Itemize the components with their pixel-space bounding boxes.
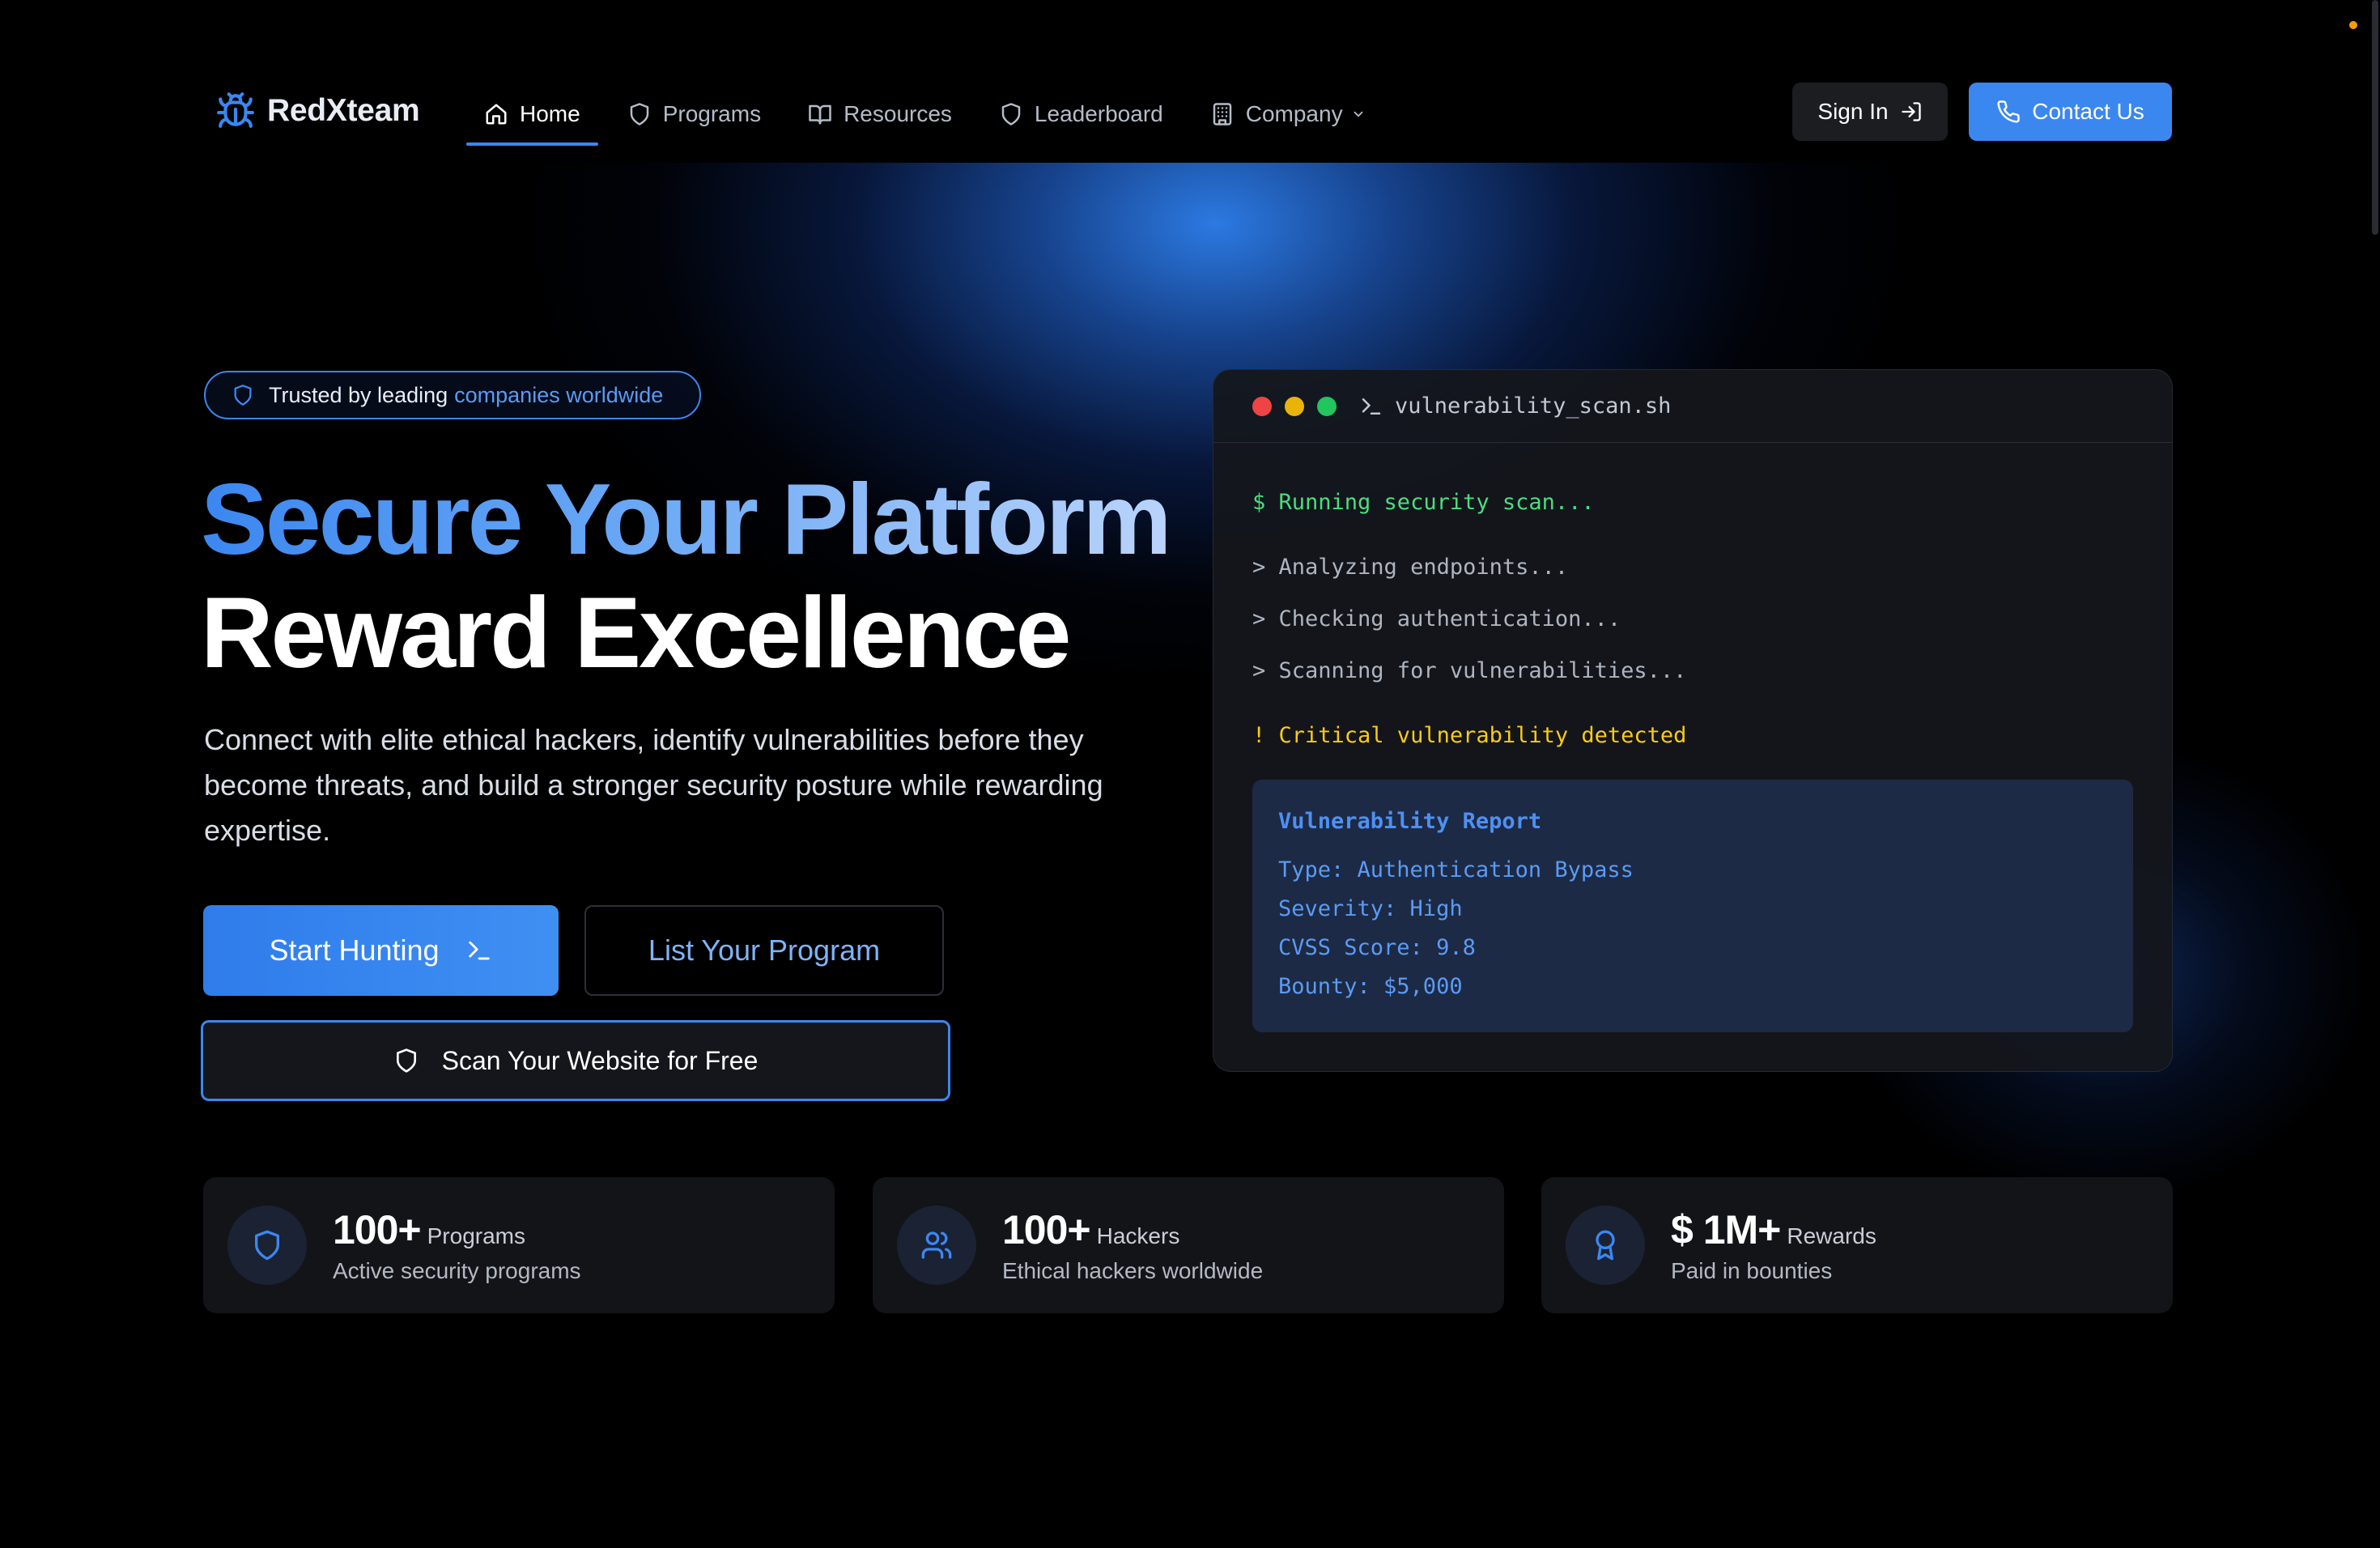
terminal-window: vulnerability_scan.sh $ Running security…	[1213, 369, 2173, 1072]
close-dot	[1252, 396, 1272, 416]
stat-icon-wrap	[897, 1206, 976, 1285]
report-cvss: CVSS Score: 9.8	[1278, 935, 1476, 960]
home-icon	[486, 104, 507, 125]
stat-card-programs: 100+ Programs Active security programs	[203, 1177, 835, 1313]
brand-logo[interactable]: RedXteam	[215, 91, 420, 131]
stat-text: 100+ Programs Active security programs	[333, 1206, 581, 1284]
hero-title-line1: Secure Your Platform	[201, 464, 1171, 576]
contact-us-label: Contact Us	[2032, 99, 2144, 124]
nav-item-label: Home	[520, 101, 580, 126]
nav-item-home[interactable]: Home	[466, 89, 598, 146]
shield-icon	[630, 103, 648, 125]
trusted-text: Trusted by leading	[269, 382, 448, 407]
nav-item-leaderboard[interactable]: Leaderboard	[981, 89, 1181, 139]
scan-website-label: Scan Your Website for Free	[441, 1045, 759, 1075]
stat-card-hackers: 100+ Hackers Ethical hackers worldwide	[873, 1177, 1504, 1313]
nav-item-label: Company	[1245, 101, 1343, 126]
brand-name: RedXteam	[267, 93, 420, 128]
bug-icon	[217, 92, 254, 128]
stat-unit: Hackers	[1096, 1223, 1180, 1248]
scan-website-button[interactable]: Scan Your Website for Free	[201, 1020, 950, 1101]
report-severity: Severity: High	[1278, 896, 1463, 921]
stat-description: Paid in bounties	[1671, 1258, 1833, 1283]
hero-title-line2: Reward Excellence	[201, 577, 1072, 689]
shield-icon	[255, 1230, 279, 1261]
terminal-line-critical: ! Critical vulnerability detected	[1252, 723, 1687, 748]
stat-card-rewards: $ 1M+ Rewards Paid in bounties	[1541, 1177, 2173, 1313]
list-your-program-button[interactable]: List Your Program	[584, 905, 944, 996]
chevron-down-icon	[1354, 111, 1363, 117]
report-title: Vulnerability Report	[1278, 809, 1542, 834]
terminal-icon	[468, 941, 490, 960]
phone-icon	[1997, 100, 2021, 123]
terminal-line-analyzing: > Analyzing endpoints...	[1252, 555, 1569, 580]
terminal-line-scanning: > Scanning for vulnerabilities...	[1252, 658, 1687, 683]
page-scrollbar[interactable]	[2372, 0, 2378, 235]
terminal-header: vulnerability_scan.sh	[1213, 370, 2172, 443]
sign-in-button[interactable]: Sign In	[1792, 83, 1948, 141]
top-nav: RedXteam Home Programs Resources Leaderb…	[0, 0, 2380, 163]
building-icon	[1213, 103, 1231, 125]
start-hunting-label: Start Hunting	[269, 933, 440, 967]
trusted-highlight: companies worldwide	[454, 382, 664, 407]
hero-description: Connect with elite ethical hackers, iden…	[204, 723, 1103, 847]
stat-unit: Rewards	[1787, 1223, 1876, 1248]
list-program-label: List Your Program	[648, 933, 881, 967]
stat-value: 100+	[333, 1207, 422, 1252]
shield-icon	[234, 385, 252, 406]
stat-icon-wrap	[1566, 1206, 1645, 1285]
stat-text: 100+ Hackers Ethical hackers worldwide	[1002, 1206, 1263, 1284]
terminal-title: vulnerability_scan.sh	[1359, 393, 1671, 419]
terminal-line-running: $ Running security scan...	[1252, 490, 1595, 515]
users-icon	[921, 1231, 952, 1259]
maximize-dot	[1317, 396, 1337, 416]
terminal-line-checking: > Checking authentication...	[1252, 606, 1621, 632]
nav-item-resources[interactable]: Resources	[790, 89, 970, 139]
stat-description: Active security programs	[333, 1258, 581, 1283]
minimize-dot	[1285, 396, 1304, 416]
log-in-icon	[1901, 102, 1921, 121]
recording-indicator	[2349, 21, 2357, 29]
nav-item-label: Leaderboard	[1034, 101, 1163, 126]
stat-unit: Programs	[427, 1223, 525, 1248]
nav-links: Home Programs Resources Leaderboard Comp…	[466, 89, 1395, 146]
stat-icon-wrap	[227, 1206, 307, 1285]
trusted-badge: Trusted by leading companies worldwide	[204, 371, 701, 419]
shield-icon	[396, 1048, 416, 1073]
start-hunting-button[interactable]: Start Hunting	[203, 905, 559, 996]
nav-item-label: Resources	[844, 101, 952, 126]
book-icon	[809, 104, 831, 125]
nav-item-label: Programs	[662, 101, 762, 126]
stat-text: $ 1M+ Rewards Paid in bounties	[1671, 1206, 1876, 1284]
report-type: Type: Authentication Bypass	[1278, 857, 1634, 882]
page: RedXteam Home Programs Resources Leaderb…	[0, 0, 2380, 1548]
stat-value: 100+	[1002, 1207, 1091, 1252]
terminal-icon	[1362, 398, 1381, 415]
hero-title: Secure Your Platform Reward Excellence	[201, 463, 1171, 690]
stat-value: $ 1M+	[1671, 1207, 1781, 1252]
terminal-title-text: vulnerability_scan.sh	[1395, 393, 1672, 419]
sign-in-label: Sign In	[1817, 99, 1889, 124]
stat-description: Ethical hackers worldwide	[1002, 1258, 1264, 1283]
vulnerability-report: Vulnerability Report Type: Authenticatio…	[1252, 780, 2133, 1032]
report-bounty: Bounty: $5,000	[1278, 974, 1463, 999]
nav-item-programs[interactable]: Programs	[610, 89, 779, 139]
nav-item-company[interactable]: Company	[1192, 89, 1383, 139]
contact-us-button[interactable]: Contact Us	[1969, 83, 2172, 141]
shield-icon	[1001, 103, 1021, 125]
award-icon	[1596, 1230, 1615, 1261]
